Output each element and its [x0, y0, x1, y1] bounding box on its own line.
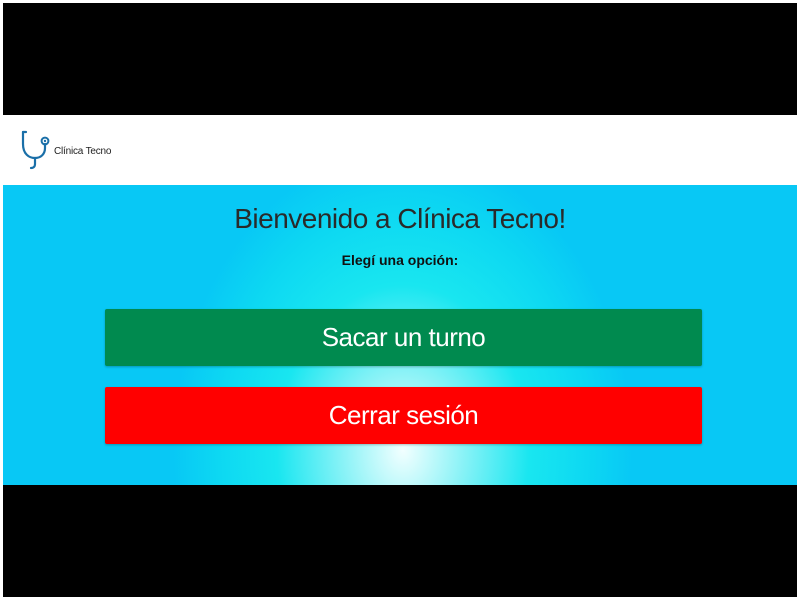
stethoscope-icon	[21, 130, 50, 170]
header-bar: Clínica Tecno	[3, 115, 797, 185]
brand-name: Clínica Tecno	[54, 145, 112, 157]
page-title: Bienvenido a Clínica Tecno!	[234, 203, 566, 234]
page-subtitle: Elegí una opción:	[341, 252, 459, 268]
welcome-panel: Bienvenido a Clínica Tecno! Elegí una op…	[3, 185, 797, 485]
book-appointment-button[interactable]: Sacar un turno	[105, 309, 702, 366]
logout-button[interactable]: Cerrar sesión	[105, 387, 702, 444]
app-frame: Clínica Tecno Bienvenido a Clínica Tecno…	[3, 3, 797, 597]
brand-logo[interactable]: Clínica Tecno	[17, 130, 111, 170]
